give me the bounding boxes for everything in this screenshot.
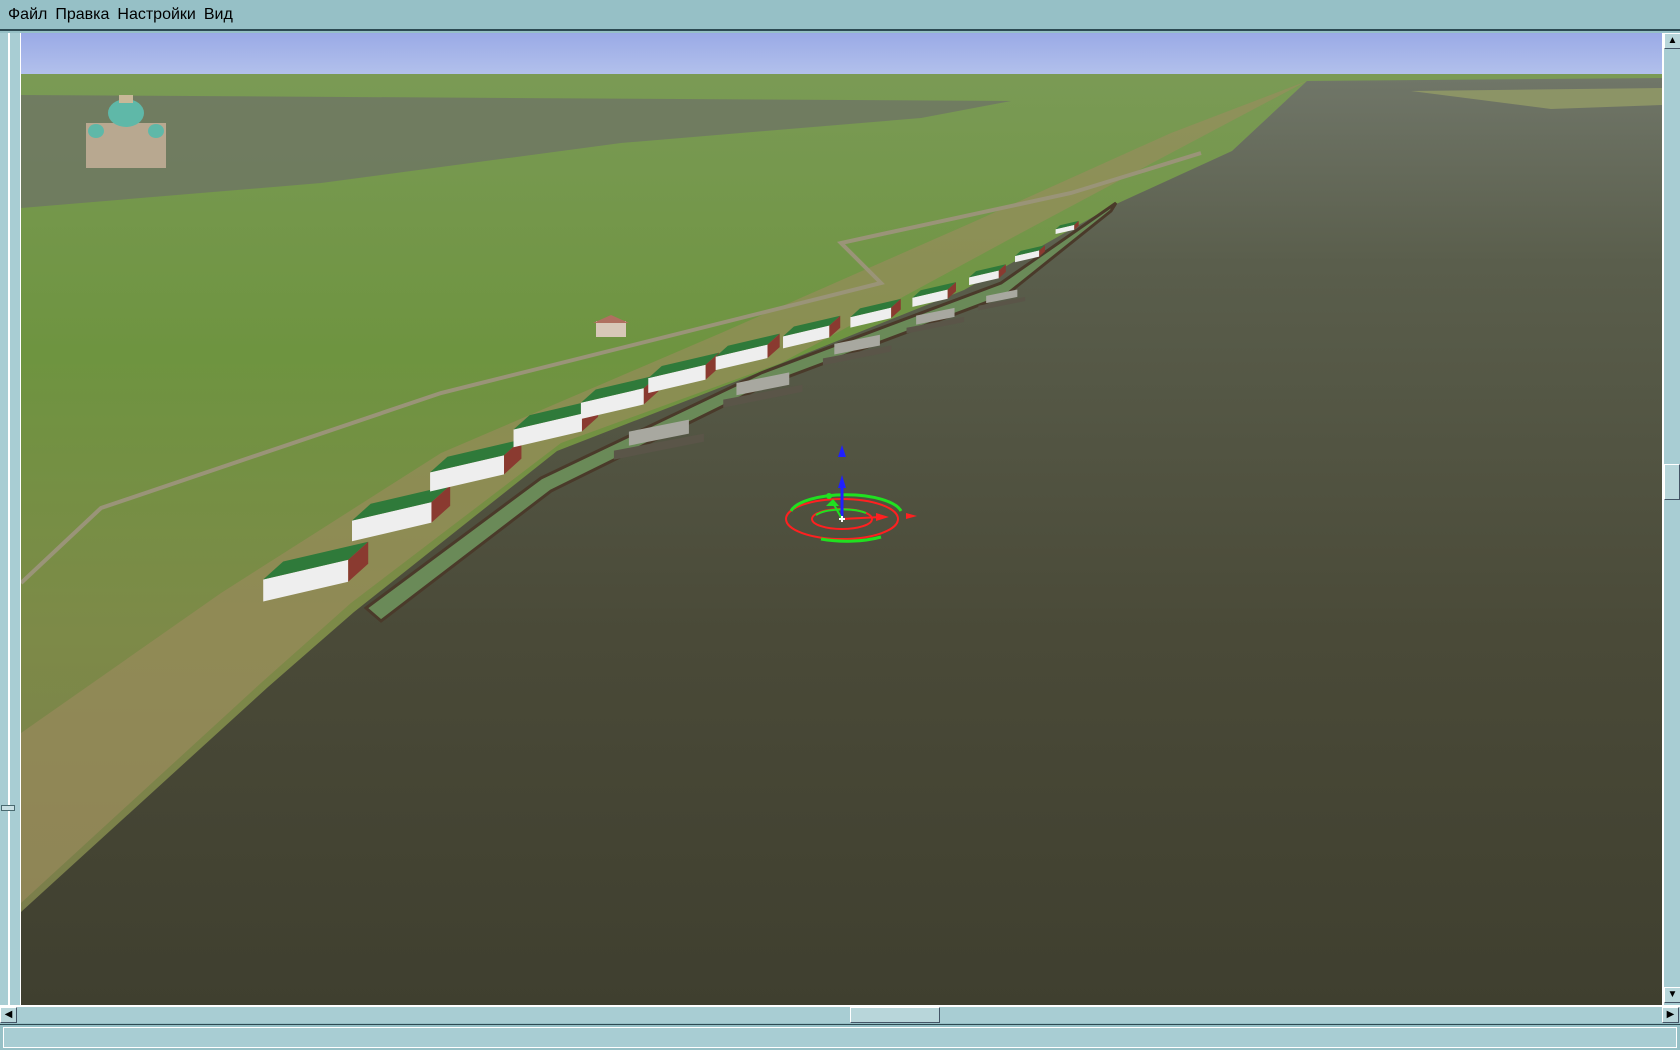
scroll-down-arrow-icon[interactable]: ▼ bbox=[1664, 987, 1680, 1003]
left-panel-splitter[interactable] bbox=[0, 33, 21, 1005]
status-text bbox=[3, 1027, 1677, 1048]
vertical-scrollbar[interactable]: ▲ ▼ bbox=[1662, 33, 1680, 1005]
sky bbox=[21, 33, 1662, 78]
horizontal-scroll-thumb[interactable] bbox=[850, 1007, 940, 1023]
status-bar bbox=[0, 1024, 1680, 1050]
menu-settings[interactable]: Настройки bbox=[113, 6, 199, 24]
menu-file[interactable]: Файл bbox=[4, 6, 51, 24]
scene-svg bbox=[21, 33, 1662, 1005]
splitter-handle[interactable] bbox=[1, 805, 15, 811]
scroll-left-arrow-icon[interactable]: ◀ bbox=[0, 1007, 17, 1023]
splitter-line bbox=[8, 33, 10, 1005]
scroll-up-arrow-icon[interactable]: ▲ bbox=[1664, 33, 1680, 49]
horizontal-scrollbar[interactable]: ◀ ▶ bbox=[0, 1005, 1680, 1023]
menu-bar: Файл Правка Настройки Вид bbox=[0, 0, 1680, 31]
3d-viewport[interactable] bbox=[21, 33, 1662, 1005]
scroll-right-arrow-icon[interactable]: ▶ bbox=[1662, 1007, 1679, 1023]
vertical-scroll-thumb[interactable] bbox=[1664, 464, 1680, 500]
menu-view[interactable]: Вид bbox=[200, 6, 237, 24]
menu-edit[interactable]: Правка bbox=[51, 6, 113, 24]
